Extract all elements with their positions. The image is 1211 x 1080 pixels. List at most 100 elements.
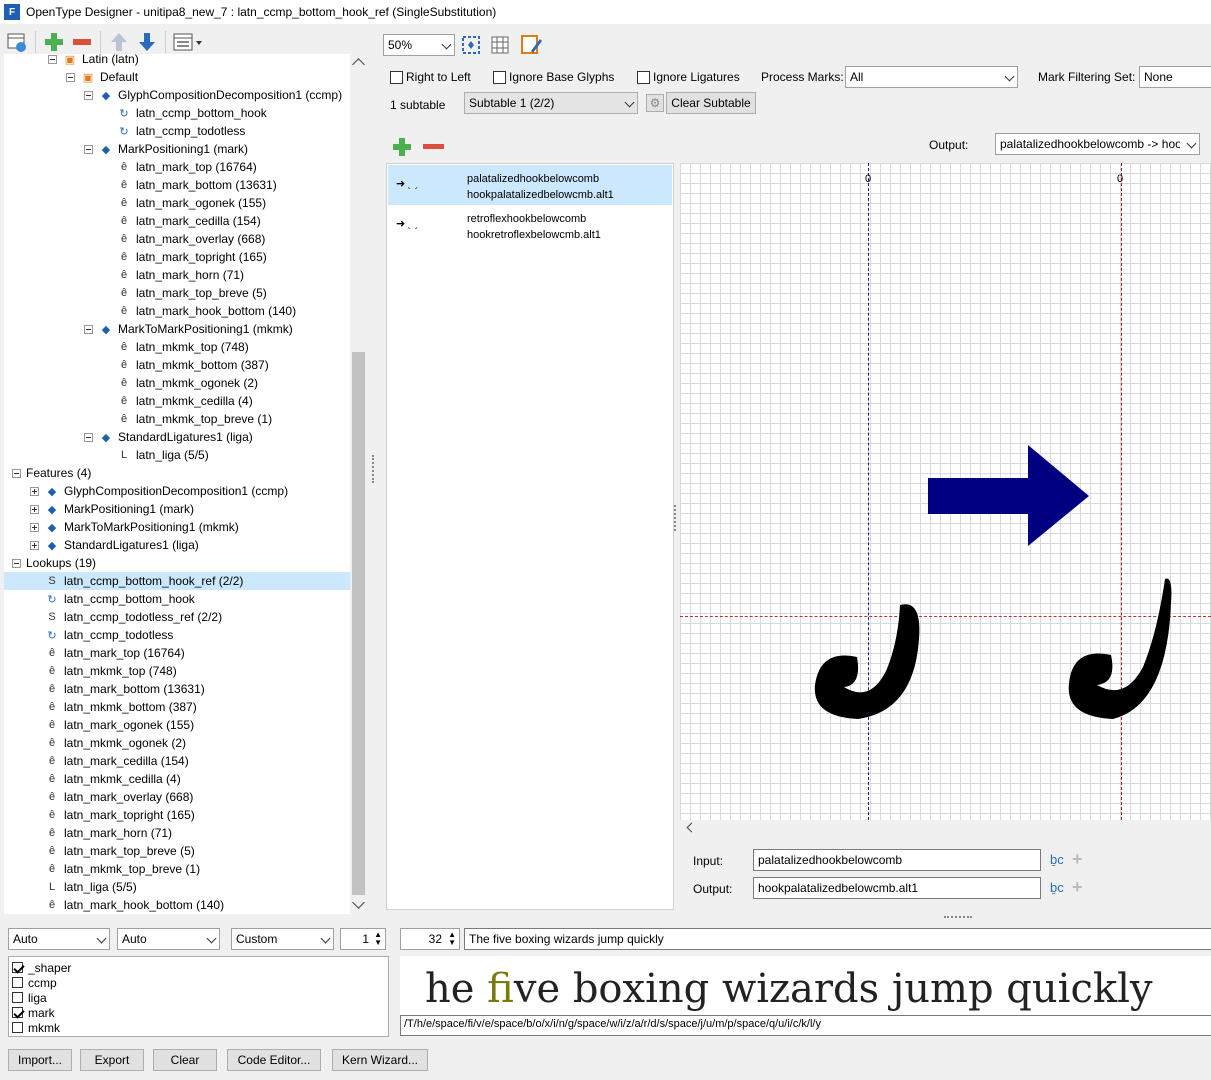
tree-item[interactable]: ê latn_mark_horn (71) xyxy=(4,266,350,284)
tree-item[interactable]: ê latn_mark_overlay (668) xyxy=(4,788,350,806)
move-down-icon[interactable] xyxy=(134,29,160,55)
add-icon[interactable] xyxy=(41,29,67,55)
grid-icon[interactable] xyxy=(487,32,513,58)
tree-item[interactable]: ê latn_mkmk_bottom (387) xyxy=(4,698,350,716)
tree-item[interactable]: ◆ MarkToMarkPositioning1 (mkmk) xyxy=(4,320,350,338)
collapse-icon[interactable] xyxy=(12,558,21,568)
expand-icon[interactable] xyxy=(30,486,39,496)
tree-item[interactable]: ê latn_mark_topright (165) xyxy=(4,248,350,266)
script-select[interactable]: Auto xyxy=(117,928,220,950)
expand-icon[interactable] xyxy=(30,540,39,550)
list-splitter-handle[interactable] xyxy=(674,505,676,531)
stepper-arrows-icon[interactable]: ▲ ▼ xyxy=(448,931,456,947)
rtl-option[interactable]: Right to Left xyxy=(390,70,471,84)
tree-item[interactable]: ê latn_mkmk_ogonek (2) xyxy=(4,734,350,752)
settings-gear-icon[interactable]: ⚙ xyxy=(646,94,664,112)
tree-item[interactable]: ê latn_mkmk_top (748) xyxy=(4,338,350,356)
tree-item[interactable]: ◆ GlyphCompositionDecomposition1 (ccmp) xyxy=(4,86,350,104)
tree-item[interactable]: Llatn_liga (5/5) xyxy=(4,446,350,464)
tree-item[interactable]: ê latn_mkmk_top_breve (1) xyxy=(4,860,350,878)
scroll-thumb[interactable] xyxy=(352,352,365,895)
sample-text-input[interactable]: The five boxing wizards jump quickly xyxy=(464,928,1211,950)
tree-item[interactable]: ê latn_mark_bottom (13631) xyxy=(4,176,350,194)
view-menu-icon[interactable] xyxy=(171,29,205,55)
scroll-down-icon[interactable] xyxy=(352,896,365,909)
tree-item[interactable]: ▣ Default xyxy=(4,68,350,86)
remove-icon[interactable] xyxy=(69,29,95,55)
fit-icon[interactable] xyxy=(458,32,484,58)
tree-item[interactable]: ê latn_mark_top (16764) xyxy=(4,158,350,176)
add-input-icon[interactable]: + xyxy=(1072,849,1083,870)
edit-glyph-icon[interactable] xyxy=(518,32,544,58)
expand-icon[interactable] xyxy=(30,522,39,532)
ignore-ligatures-option[interactable]: Ignore Ligatures xyxy=(637,70,740,84)
tree-item[interactable]: ê latn_mkmk_cedilla (4) xyxy=(4,392,350,410)
rtl-checkbox[interactable] xyxy=(390,70,403,84)
tree-item[interactable]: ↻ latn_ccmp_bottom_hook xyxy=(4,590,350,608)
direction-select[interactable]: Auto xyxy=(8,928,110,950)
tree-item[interactable]: ê latn_mark_cedilla (154) xyxy=(4,752,350,770)
move-up-icon[interactable] xyxy=(106,29,132,55)
ignore-base-checkbox[interactable] xyxy=(493,70,506,84)
collapse-icon[interactable] xyxy=(48,54,57,64)
zoom-select[interactable]: 50% xyxy=(383,34,455,56)
tree-item[interactable]: ê latn_mark_cedilla (154) xyxy=(4,212,350,230)
clear-button[interactable]: Clear xyxy=(153,1049,217,1071)
feature-checkbox[interactable] xyxy=(12,977,23,988)
tree-item[interactable]: Slatn_ccmp_todotless_ref (2/2) xyxy=(4,608,350,626)
tree-item[interactable]: ◆ StandardLigatures1 (liga) xyxy=(4,428,350,446)
tree-item[interactable]: ê latn_mark_hook_bottom (140) xyxy=(4,302,350,320)
feature-toggle[interactable]: liga xyxy=(12,990,385,1005)
stepper-arrows-icon[interactable]: ▲ ▼ xyxy=(374,931,382,947)
tree-item[interactable]: ê latn_mark_hook_bottom (140) xyxy=(4,896,350,914)
code-editor-button[interactable]: Code Editor... xyxy=(227,1049,321,1071)
ignore-base-option[interactable]: Ignore Base Glyphs xyxy=(493,70,614,84)
lookup-tree[interactable]: ▣ Latin (latn) ▣ Default ◆ GlyphCompositionDe… xyxy=(4,54,350,914)
tree-item[interactable]: ◆ MarkToMarkPositioning1 (mkmk) xyxy=(4,518,350,536)
number-stepper[interactable]: 1 ▲ ▼ xyxy=(340,928,386,950)
tree-item[interactable]: ê latn_mkmk_ogonek (2) xyxy=(4,374,350,392)
glyph-picker-icon[interactable]: ḇc xyxy=(1050,852,1064,867)
feature-checkbox[interactable] xyxy=(12,962,23,973)
preview-icon[interactable] xyxy=(4,29,30,55)
font-size-stepper[interactable]: 32 ▲ ▼ xyxy=(400,928,460,950)
tree-item[interactable]: Lookups (19) xyxy=(4,554,350,572)
output-glyph-field[interactable]: hookpalatalizedbelowcmb.alt1 xyxy=(753,877,1041,899)
language-select[interactable]: Custom xyxy=(231,928,334,950)
tree-item[interactable]: Llatn_liga (5/5) xyxy=(4,878,350,896)
tree-item[interactable]: ê latn_mkmk_bottom (387) xyxy=(4,356,350,374)
tree-item[interactable]: ê latn_mkmk_top (748) xyxy=(4,662,350,680)
substitution-list[interactable]: ➜ ˎ ˏ palatalizedhookbelowcomb hookpalatal… xyxy=(386,163,674,910)
tree-item[interactable]: ê latn_mark_overlay (668) xyxy=(4,230,350,248)
scroll-up-icon[interactable] xyxy=(352,58,365,71)
tree-item[interactable]: ◆ StandardLigatures1 (liga) xyxy=(4,536,350,554)
tree-item[interactable]: ◆ GlyphCompositionDecomposition1 (ccmp) xyxy=(4,482,350,500)
feature-toggle[interactable]: _shaper xyxy=(12,960,385,975)
ignore-ligatures-checkbox[interactable] xyxy=(637,70,650,84)
splitter-handle[interactable] xyxy=(372,455,374,483)
glyph-run-field[interactable]: /T/h/e/space/fi/v/e/space/b/o/x/i/n/g/sp… xyxy=(400,1015,1211,1036)
add-output-icon[interactable]: + xyxy=(1072,877,1083,898)
preview-hscrollbar[interactable] xyxy=(680,820,1211,837)
substitution-row[interactable]: ➜ ˎ ˏ palatalizedhookbelowcomb hookpalatal… xyxy=(388,165,672,205)
tree-item[interactable]: ê latn_mkmk_cedilla (4) xyxy=(4,770,350,788)
substitution-row[interactable]: ➜ ˎ ˏ retroflexhookbelowcomb hookretroflex… xyxy=(388,205,672,245)
tree-item[interactable]: ◆ MarkPositioning1 (mark) xyxy=(4,140,350,158)
glyph-preview-canvas[interactable]: 0 0 xyxy=(680,163,1211,820)
tree-item[interactable]: ê latn_mark_horn (71) xyxy=(4,824,350,842)
clear-subtable-button[interactable]: Clear Subtable xyxy=(666,92,756,114)
tree-item[interactable]: Features (4) xyxy=(4,464,350,482)
tree-item[interactable]: ê latn_mark_bottom (13631) xyxy=(4,680,350,698)
tree-item[interactable]: ê latn_mark_ogonek (155) xyxy=(4,716,350,734)
collapse-icon[interactable] xyxy=(84,324,93,334)
tree-scrollbar[interactable] xyxy=(350,54,367,914)
feature-toggle[interactable]: ccmp xyxy=(12,975,385,990)
tree-item[interactable]: ▣ Latin (latn) xyxy=(4,54,350,68)
tree-item[interactable]: ê latn_mark_topright (165) xyxy=(4,806,350,824)
tree-item[interactable]: ↻ latn_ccmp_bottom_hook xyxy=(4,104,350,122)
import-button[interactable]: Import... xyxy=(8,1049,72,1071)
horizontal-splitter-handle[interactable] xyxy=(944,916,972,918)
feature-checkbox[interactable] xyxy=(12,1022,23,1033)
kern-wizard-button[interactable]: Kern Wizard... xyxy=(332,1049,428,1071)
tree-item[interactable]: ê latn_mark_top_breve (5) xyxy=(4,284,350,302)
